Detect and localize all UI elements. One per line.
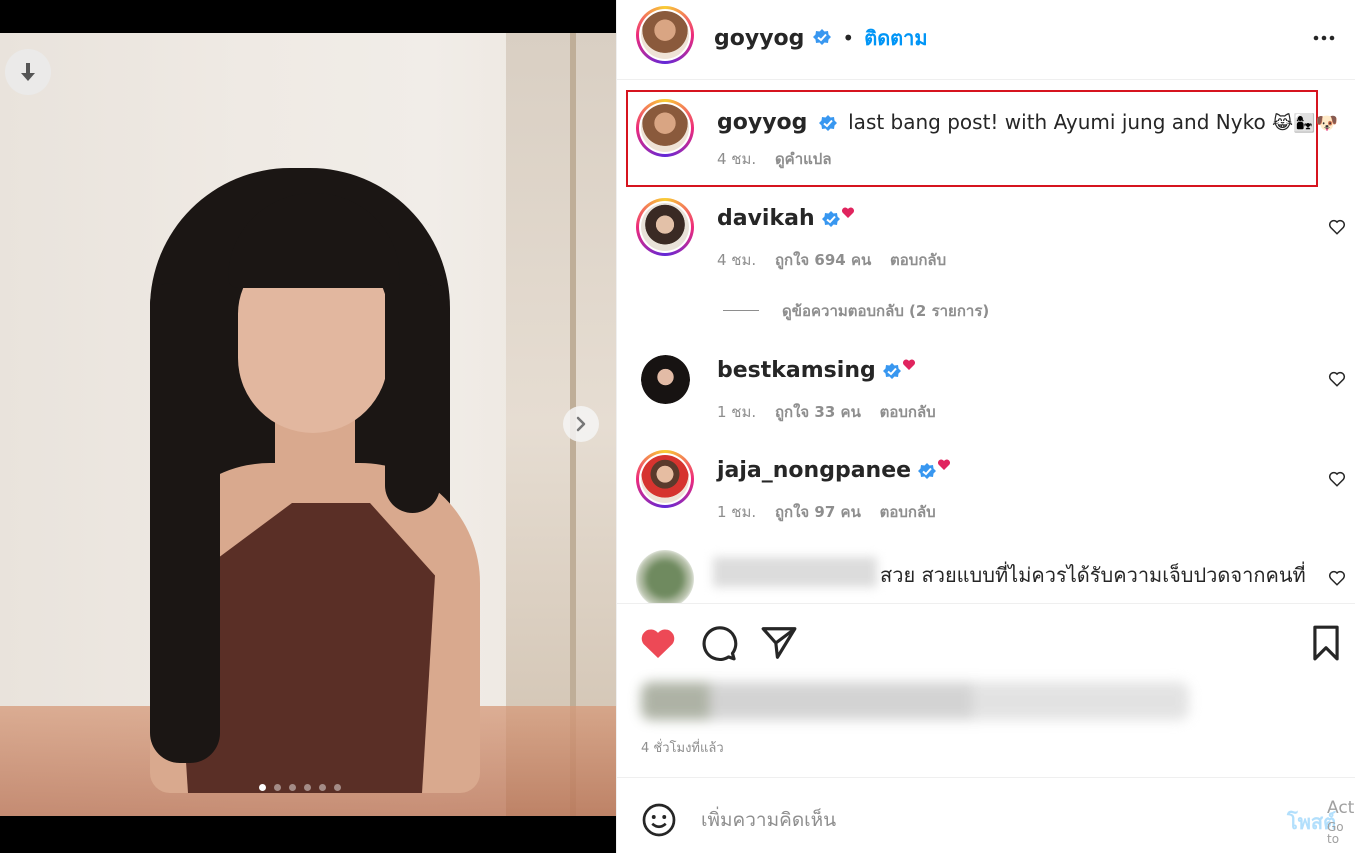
red-heart-emoji-icon bbox=[841, 207, 854, 218]
follow-button[interactable]: ติดตาม bbox=[864, 22, 927, 54]
comment-likes[interactable]: ถูกใจ 33 คน bbox=[775, 403, 861, 421]
translate-link[interactable]: ดูคำแปล bbox=[775, 150, 832, 168]
caption-avatar[interactable] bbox=[636, 99, 694, 157]
bookmark-icon[interactable] bbox=[1307, 624, 1345, 662]
reply-button[interactable]: ตอบกลับ bbox=[890, 251, 946, 269]
carousel-dot bbox=[319, 784, 326, 791]
caption-emoji: 😹 bbox=[1272, 113, 1294, 134]
carousel-dot bbox=[334, 784, 341, 791]
download-button[interactable] bbox=[5, 49, 51, 95]
verified-badge-icon bbox=[883, 362, 902, 379]
commenter-avatar[interactable] bbox=[641, 355, 690, 404]
view-replies-button[interactable]: ดูข้อความตอบกลับ (2 รายการ) bbox=[782, 299, 989, 323]
chevron-right-icon bbox=[576, 416, 586, 432]
comment-time[interactable]: 1 ชม. bbox=[717, 503, 756, 521]
commenter-username[interactable]: jaja_nongpanee bbox=[717, 458, 911, 483]
like-comment-heart-icon[interactable] bbox=[1328, 569, 1346, 587]
verified-badge-icon bbox=[918, 462, 937, 479]
carousel-dot bbox=[259, 784, 266, 791]
like-comment-heart-icon[interactable] bbox=[1328, 470, 1346, 488]
like-comment-heart-icon[interactable] bbox=[1328, 370, 1346, 388]
carousel-dot bbox=[304, 784, 311, 791]
comment-likes[interactable]: ถูกใจ 694 คน bbox=[775, 251, 871, 269]
comment-time[interactable]: 1 ชม. bbox=[717, 403, 756, 421]
comment-text: สวย สวยแบบที่ไม่ควรได้รับความเจ็บปวดจากค… bbox=[880, 563, 1306, 587]
caption-emoji: 🐶 bbox=[1315, 113, 1338, 134]
commenter-avatar[interactable] bbox=[636, 550, 694, 603]
commenter-avatar[interactable] bbox=[636, 198, 694, 256]
post-photo bbox=[0, 33, 616, 816]
highlight-box bbox=[626, 90, 1318, 187]
caption-text: last bang post! with Ayumi jung and Nyko bbox=[848, 110, 1266, 134]
comment-composer: โพสต์ Act Go to bbox=[617, 779, 1355, 853]
post-header: goyyog • ติดตาม bbox=[617, 0, 1355, 80]
commenter-username[interactable]: bestkamsing bbox=[717, 358, 876, 383]
comment-likes[interactable]: ถูกใจ 97 คน bbox=[775, 503, 861, 521]
post-time-ago: 4 ชั่วโมงที่แล้ว bbox=[641, 741, 724, 756]
verified-badge-icon bbox=[818, 114, 837, 131]
like-heart-icon[interactable] bbox=[639, 624, 677, 662]
activation-watermark: Act Go to bbox=[1327, 798, 1355, 846]
reply-button[interactable]: ตอบกลับ bbox=[880, 403, 936, 421]
author-avatar[interactable] bbox=[636, 6, 694, 64]
arrow-down-icon bbox=[21, 63, 35, 81]
emoji-picker-icon[interactable] bbox=[641, 802, 677, 838]
separator-dot: • bbox=[842, 26, 855, 50]
blurred-likes-summary bbox=[641, 682, 1189, 720]
carousel-indicator bbox=[259, 784, 341, 791]
verified-badge-icon bbox=[821, 210, 840, 227]
blurred-username bbox=[713, 557, 877, 587]
comment-input[interactable] bbox=[701, 801, 1261, 839]
commenter-avatar[interactable] bbox=[636, 450, 694, 508]
caption-time[interactable]: 4 ชม. bbox=[717, 150, 756, 168]
carousel-dot bbox=[274, 784, 281, 791]
share-icon[interactable] bbox=[760, 624, 798, 662]
comment-time[interactable]: 4 ชม. bbox=[717, 251, 756, 269]
comment-item: สวย สวยแบบที่ไม่ควรได้รับความเจ็บปวดจากค… bbox=[617, 545, 1355, 603]
post-media bbox=[0, 0, 616, 853]
caption-emoji: 👩‍👧 bbox=[1293, 113, 1316, 134]
verified-badge-icon bbox=[813, 29, 832, 45]
red-heart-emoji-icon bbox=[903, 359, 916, 370]
like-comment-heart-icon[interactable] bbox=[1328, 218, 1346, 236]
post-actions: 4 ชั่วโมงที่แล้ว bbox=[617, 603, 1355, 778]
carousel-next-button[interactable] bbox=[563, 406, 599, 442]
post-sidebar: goyyog • ติดตาม goyyog last bang post! w… bbox=[616, 0, 1355, 853]
comment-icon[interactable] bbox=[700, 624, 738, 662]
commenter-username[interactable]: davikah bbox=[717, 206, 815, 231]
caption-username[interactable]: goyyog bbox=[717, 110, 807, 135]
carousel-dot bbox=[289, 784, 296, 791]
author-username[interactable]: goyyog bbox=[714, 26, 804, 51]
red-heart-emoji-icon bbox=[938, 459, 951, 470]
more-options-icon[interactable] bbox=[1312, 26, 1336, 50]
reply-button[interactable]: ตอบกลับ bbox=[880, 503, 936, 521]
replies-divider bbox=[723, 310, 759, 311]
